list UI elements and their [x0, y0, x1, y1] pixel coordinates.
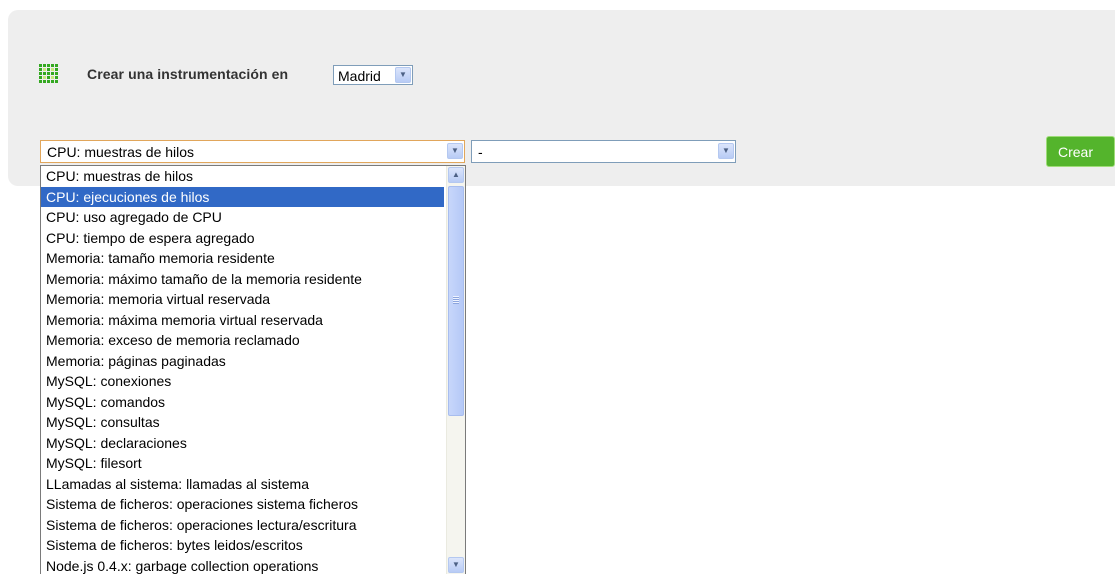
dropdown-option[interactable]: Memoria: máximo tamaño de la memoria res… — [41, 269, 444, 290]
dropdown-option[interactable]: Node.js 0.4.x: garbage collection operat… — [41, 556, 444, 574]
dropdown-option[interactable]: Sistema de ficheros: operaciones sistema… — [41, 494, 444, 515]
dropdown-option[interactable]: Sistema de ficheros: operaciones lectura… — [41, 515, 444, 536]
create-button[interactable]: Crear — [1046, 136, 1115, 167]
dropdown-option[interactable]: CPU: tiempo de espera agregado — [41, 228, 444, 249]
scrollbar-thumb[interactable] — [448, 186, 464, 416]
grip-icon — [453, 296, 459, 304]
dropdown-option[interactable]: MySQL: comandos — [41, 392, 444, 413]
location-select[interactable]: Madrid ▼ — [333, 65, 413, 85]
dropdown-option[interactable]: MySQL: filesort — [41, 453, 444, 474]
metric-select-value: CPU: muestras de hilos — [47, 144, 195, 160]
secondary-select-value: - — [478, 144, 483, 160]
dropdown-option[interactable]: Memoria: exceso de memoria reclamado — [41, 330, 444, 351]
dropdown-option[interactable]: Memoria: tamaño memoria residente — [41, 248, 444, 269]
dropdown-option[interactable]: CPU: muestras de hilos — [41, 166, 444, 187]
dropdown-option[interactable]: LLamadas al sistema: llamadas al sistema — [41, 474, 444, 495]
dropdown-option[interactable]: Memoria: máxima memoria virtual reservad… — [41, 310, 444, 331]
dropdown-option[interactable]: MySQL: conexiones — [41, 371, 444, 392]
dropdown-option[interactable]: Sistema de ficheros: bytes leidos/escrit… — [41, 535, 444, 556]
dropdown-scrollbar[interactable]: ▲ ▼ — [446, 166, 465, 574]
scroll-up-arrow-icon[interactable]: ▲ — [448, 167, 464, 183]
dropdown-option[interactable]: MySQL: consultas — [41, 412, 444, 433]
dropdown-option[interactable]: Memoria: páginas paginadas — [41, 351, 444, 372]
secondary-select[interactable]: - ▼ — [471, 140, 736, 163]
dropdown-option[interactable]: MySQL: declaraciones — [41, 433, 444, 454]
metric-dropdown-list[interactable]: CPU: muestras de hilos CPU: ejecuciones d… — [40, 165, 466, 574]
chevron-down-icon[interactable]: ▼ — [447, 143, 463, 159]
dropdown-option[interactable]: CPU: ejecuciones de hilos — [41, 186, 444, 207]
chevron-down-icon[interactable]: ▼ — [718, 143, 734, 159]
location-select-value: Madrid — [338, 68, 381, 84]
chevron-down-icon[interactable]: ▼ — [395, 67, 411, 83]
dropdown-option[interactable]: Memoria: memoria virtual reservada — [41, 289, 444, 310]
create-button-label: Crear — [1058, 144, 1094, 160]
grid-icon — [38, 63, 60, 85]
create-instrumentation-label: Crear una instrumentación en — [87, 66, 289, 82]
scroll-down-arrow-icon[interactable]: ▼ — [448, 557, 464, 573]
metric-select[interactable]: CPU: muestras de hilos ▼ — [40, 140, 465, 163]
dropdown-option[interactable]: CPU: uso agregado de CPU — [41, 207, 444, 228]
